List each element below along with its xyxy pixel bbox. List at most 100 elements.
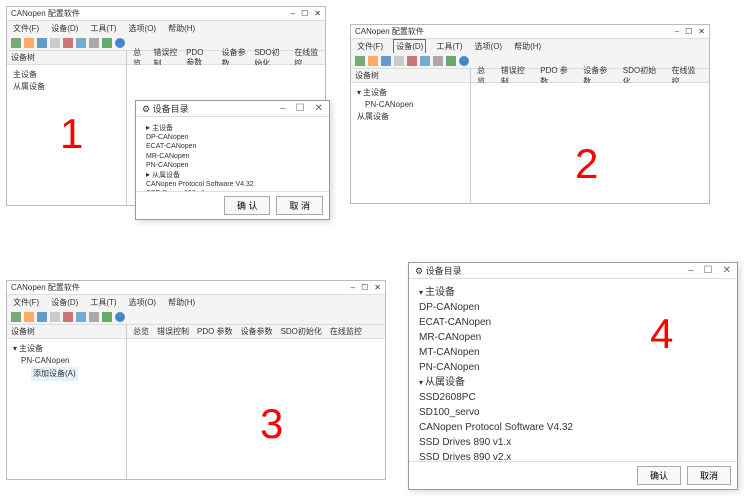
tree-slave[interactable]: 从属设备 <box>13 81 120 93</box>
toolbar-icon[interactable] <box>394 56 404 66</box>
menubar: 文件(F) 设备(D) 工具(T) 选项(O) 帮助(H) <box>351 39 709 53</box>
tab-devparam[interactable]: 设备参数 <box>241 326 273 337</box>
toolbar-icon[interactable] <box>89 312 99 322</box>
toolbar-icon[interactable] <box>102 38 112 48</box>
tab-overview[interactable]: 总览 <box>133 326 149 337</box>
minimize-icon[interactable]: – <box>280 103 286 114</box>
toolbar-icon[interactable] <box>76 312 86 322</box>
toolbar-icon[interactable] <box>89 38 99 48</box>
tab-error[interactable]: 错误控制 <box>157 326 189 337</box>
close-icon[interactable]: ✕ <box>374 283 381 292</box>
tree-pn[interactable]: PN-CANopen <box>357 99 464 111</box>
menu-file[interactable]: 文件(F) <box>11 296 41 309</box>
toolbar-icon[interactable] <box>24 38 34 48</box>
context-add-device[interactable]: 添加设备(A) <box>31 367 78 381</box>
tree-master[interactable]: 主设备 <box>13 343 120 355</box>
toolbar-icon[interactable] <box>407 56 417 66</box>
item-mr[interactable]: MR-CANopen <box>146 152 319 161</box>
item-ecat[interactable]: ECAT-CANopen <box>146 142 319 151</box>
tabbar: 总览 错误控制 PDO 参数 设备参数 SDO初始化 在线监控 <box>127 325 385 339</box>
toolbar-icon[interactable] <box>63 312 73 322</box>
maximize-icon[interactable]: ☐ <box>704 265 713 276</box>
item-dp[interactable]: DP-CANopen <box>146 133 319 142</box>
item-pn[interactable]: PN-CANopen <box>419 360 727 375</box>
toolbar-icon[interactable] <box>420 56 430 66</box>
toolbar-icon[interactable] <box>11 38 21 48</box>
menu-option[interactable]: 选项(O) <box>473 40 505 53</box>
minimize-icon[interactable]: – <box>291 9 295 18</box>
toolbar-icon[interactable] <box>76 38 86 48</box>
toolbar-icon[interactable] <box>102 312 112 322</box>
close-icon[interactable]: ✕ <box>698 27 705 36</box>
toolbar-icon[interactable] <box>37 312 47 322</box>
toolbar-icon[interactable] <box>433 56 443 66</box>
step-number-4: 4 <box>650 310 673 358</box>
item-ssd2608[interactable]: SSD2608PC <box>419 390 727 405</box>
minimize-icon[interactable]: – <box>351 283 355 292</box>
toolbar-icon[interactable] <box>37 38 47 48</box>
toolbar-icon[interactable] <box>381 56 391 66</box>
toolbar-icon[interactable] <box>355 56 365 66</box>
menu-help[interactable]: 帮助(H) <box>512 40 543 53</box>
item-pn[interactable]: PN-CANopen <box>146 161 319 170</box>
menu-help[interactable]: 帮助(H) <box>166 296 197 309</box>
menu-file[interactable]: 文件(F) <box>355 40 385 53</box>
toolbar-icon[interactable] <box>368 56 378 66</box>
app-title: CANopen 配置软件 <box>355 26 424 37</box>
toolbar-icon[interactable] <box>50 38 60 48</box>
maximize-icon[interactable]: ☐ <box>685 27 692 36</box>
close-icon[interactable]: ✕ <box>315 103 323 114</box>
menu-device[interactable]: 设备(D) <box>49 296 80 309</box>
item-dp[interactable]: DP-CANopen <box>419 300 727 315</box>
item-ecat[interactable]: ECAT-CANopen <box>419 315 727 330</box>
toolbar-icon[interactable] <box>63 38 73 48</box>
menu-tool[interactable]: 工具(T) <box>434 40 464 53</box>
close-icon[interactable]: ✕ <box>314 9 321 18</box>
tab-pdo[interactable]: PDO 参数 <box>197 326 233 337</box>
menu-tool[interactable]: 工具(T) <box>88 22 118 35</box>
menu-option[interactable]: 选项(O) <box>127 296 159 309</box>
item-canopen-proto[interactable]: CANopen Protocol Software V4.32 <box>419 420 727 435</box>
tree-pn[interactable]: PN-CANopen <box>13 355 120 367</box>
menu-device[interactable]: 设备(D) <box>49 22 80 35</box>
toolbar-icon[interactable] <box>50 312 60 322</box>
tab-online[interactable]: 在线监控 <box>330 326 362 337</box>
ok-button[interactable]: 确 认 <box>224 196 271 215</box>
item-mt[interactable]: MT-CANopen <box>419 345 727 360</box>
item-canopen-proto[interactable]: CANopen Protocol Software V4.32 <box>146 180 319 189</box>
maximize-icon[interactable]: ☐ <box>301 9 308 18</box>
group-slave[interactable]: 从属设备 <box>419 375 727 390</box>
menu-tool[interactable]: 工具(T) <box>88 296 118 309</box>
group-slave[interactable]: 从属设备 <box>146 170 319 180</box>
cancel-button[interactable]: 取 消 <box>276 196 323 215</box>
toolbar-icon[interactable] <box>24 312 34 322</box>
minimize-icon[interactable]: – <box>675 27 679 36</box>
menu-file[interactable]: 文件(F) <box>11 22 41 35</box>
menu-option[interactable]: 选项(O) <box>127 22 159 35</box>
toolbar-icon[interactable] <box>115 38 125 48</box>
tab-sdo[interactable]: SDO初始化 <box>281 326 322 337</box>
toolbar-icon[interactable] <box>115 312 125 322</box>
item-mr[interactable]: MR-CANopen <box>419 330 727 345</box>
maximize-icon[interactable]: ☐ <box>296 103 305 114</box>
toolbar-icon[interactable] <box>446 56 456 66</box>
menu-help[interactable]: 帮助(H) <box>166 22 197 35</box>
menu-device[interactable]: 设备(D) <box>393 39 426 54</box>
toolbar-icon[interactable] <box>459 56 469 66</box>
tree-master[interactable]: 主设备 <box>357 87 464 99</box>
cancel-button[interactable]: 取消 <box>687 466 731 485</box>
item-sd100[interactable]: SD100_servo <box>419 405 727 420</box>
tree-header: 设备树 <box>7 51 126 65</box>
minimize-icon[interactable]: – <box>688 265 694 276</box>
group-master[interactable]: 主设备 <box>419 285 727 300</box>
maximize-icon[interactable]: ☐ <box>361 283 368 292</box>
item-890v2[interactable]: SSD Drives 890 v2.x <box>419 450 727 461</box>
item-890v1[interactable]: SSD Drives 890 v1.x <box>419 435 727 450</box>
step-number-1: 1 <box>60 110 83 158</box>
tree-slave[interactable]: 从属设备 <box>357 111 464 123</box>
tree-master[interactable]: 主设备 <box>13 69 120 81</box>
toolbar-icon[interactable] <box>11 312 21 322</box>
close-icon[interactable]: ✕ <box>723 265 731 276</box>
ok-button[interactable]: 确认 <box>637 466 681 485</box>
group-master[interactable]: 主设备 <box>146 123 319 133</box>
